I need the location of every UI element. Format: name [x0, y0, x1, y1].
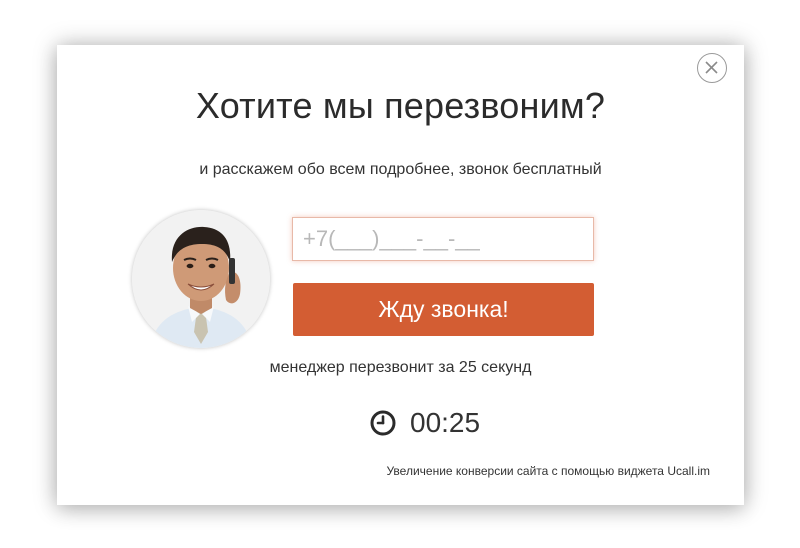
- modal-subtitle: и расскажем обо всем подробнее, звонок б…: [199, 161, 602, 178]
- page-background: Хотите мы перезвоним? и расскажем обо вс…: [0, 0, 800, 548]
- modal-title: Хотите мы перезвоним?: [195, 85, 606, 126]
- callback-modal: Хотите мы перезвоним? и расскажем обо вс…: [57, 45, 744, 505]
- close-button[interactable]: [697, 53, 727, 83]
- phone-input[interactable]: [292, 217, 594, 261]
- footer-link[interactable]: Увеличение конверсии сайта с помощью вид…: [386, 464, 710, 478]
- timer-value: 00:25: [410, 407, 481, 438]
- close-icon: [705, 61, 718, 74]
- manager-avatar: [132, 210, 270, 348]
- wait-call-button[interactable]: Жду звонка!: [293, 283, 594, 336]
- clock-icon: [370, 410, 396, 436]
- callback-note: менеджер перезвонит за 25 секунд: [269, 359, 532, 376]
- countdown-timer: 00:25: [370, 405, 480, 441]
